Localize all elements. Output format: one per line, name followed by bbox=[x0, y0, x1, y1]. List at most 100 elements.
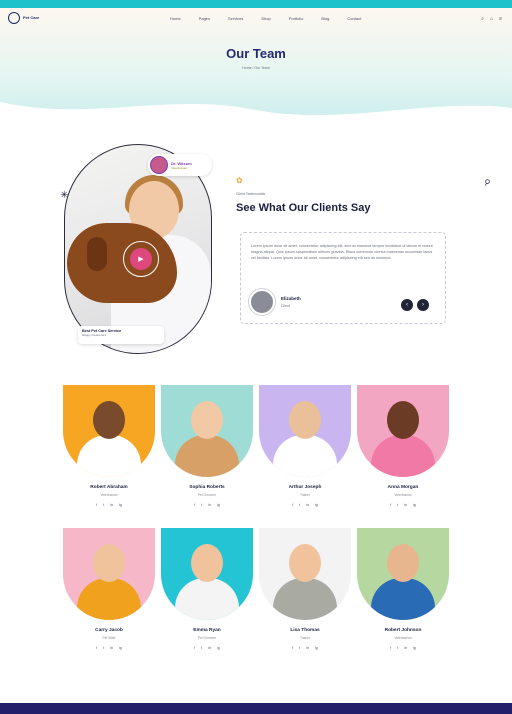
facebook-icon[interactable]: f bbox=[292, 503, 293, 507]
instagram-icon[interactable]: ig bbox=[119, 646, 122, 650]
doctor-role: Veterinarian bbox=[171, 165, 188, 170]
person-body bbox=[273, 435, 337, 477]
breadcrumb: Home / Our Team bbox=[242, 66, 270, 70]
menu-icon[interactable]: ≡ bbox=[499, 16, 502, 22]
team-member-card[interactable]: Anna Morgan Veterinarian f t in ig bbox=[357, 385, 449, 507]
page-title: Our Team bbox=[226, 46, 286, 61]
linkedin-icon[interactable]: in bbox=[404, 646, 407, 650]
facebook-icon[interactable]: f bbox=[292, 646, 293, 650]
team-member-name[interactable]: Arthur Joseph bbox=[259, 485, 351, 490]
cart-icon[interactable]: ⌂ bbox=[490, 16, 493, 22]
team-member-name[interactable]: Sophia Roberts bbox=[161, 485, 253, 490]
linkedin-icon[interactable]: in bbox=[306, 503, 309, 507]
linkedin-icon[interactable]: in bbox=[110, 503, 113, 507]
author-name: Elizabeth bbox=[281, 296, 301, 301]
facebook-icon[interactable]: f bbox=[96, 503, 97, 507]
instagram-icon[interactable]: ig bbox=[315, 503, 318, 507]
social-links: f t in ig bbox=[357, 503, 449, 507]
logo-text: Pet Care bbox=[23, 14, 40, 20]
team-member-name[interactable]: Lisa Thomas bbox=[259, 628, 351, 633]
hero-photo-block: ✳ ▶ Dr. Wilsom Veterinarian Best Pet Car… bbox=[60, 140, 214, 354]
team-member-role: Veterinarian bbox=[394, 636, 412, 640]
twitter-icon[interactable]: t bbox=[397, 646, 398, 650]
prev-testimonial-button[interactable]: ‹ bbox=[401, 299, 413, 311]
nav-item-shop[interactable]: Shop bbox=[261, 16, 270, 21]
instagram-icon[interactable]: ig bbox=[217, 503, 220, 507]
author-role: Client bbox=[281, 304, 290, 308]
team-member-photo bbox=[63, 528, 155, 620]
author-avatar bbox=[249, 289, 275, 315]
team-member-photo bbox=[259, 528, 351, 620]
search-icon[interactable]: ⌕ bbox=[481, 16, 484, 22]
team-member-card[interactable]: Emma Ryan Pet Groomer f t in ig bbox=[161, 528, 253, 650]
team-member-card[interactable]: Arthur Joseph Trainer f t in ig bbox=[259, 385, 351, 507]
instagram-icon[interactable]: ig bbox=[217, 646, 220, 650]
twitter-icon[interactable]: t bbox=[299, 503, 300, 507]
twitter-icon[interactable]: t bbox=[201, 646, 202, 650]
nav-item-services[interactable]: Services bbox=[228, 16, 243, 21]
header-wave bbox=[0, 102, 512, 132]
nav-item-home[interactable]: Home bbox=[170, 16, 181, 21]
facebook-icon[interactable]: f bbox=[390, 646, 391, 650]
person-head bbox=[289, 544, 321, 582]
person-body bbox=[77, 435, 141, 477]
doctor-name: Dr. Wilsom bbox=[171, 160, 192, 166]
team-member-photo bbox=[259, 385, 351, 477]
team-member-name[interactable]: Carry Jacob bbox=[63, 628, 155, 633]
team-member-role: Pet Sitter bbox=[102, 636, 116, 640]
main-nav: Pet Care Home Pages Services Shop Portfo… bbox=[0, 8, 512, 30]
team-member-card[interactable]: Robert Abraham Veterinarian f t in ig bbox=[63, 385, 155, 507]
social-links: f t in ig bbox=[357, 646, 449, 650]
twitter-icon[interactable]: t bbox=[397, 503, 398, 507]
team-member-card[interactable]: Sophia Roberts Pet Groomer f t in ig bbox=[161, 385, 253, 507]
team-member-name[interactable]: Robert Abraham bbox=[63, 485, 155, 490]
linkedin-icon[interactable]: in bbox=[110, 646, 113, 650]
play-video-button[interactable]: ▶ bbox=[123, 241, 159, 277]
site-logo[interactable]: Pet Care bbox=[8, 12, 39, 24]
nav-item-pages[interactable]: Pages bbox=[199, 16, 210, 21]
twitter-icon[interactable]: t bbox=[201, 503, 202, 507]
nav-item-portfolio[interactable]: Portfolio bbox=[289, 16, 304, 21]
team-member-name[interactable]: Emma Ryan bbox=[161, 628, 253, 633]
team-member-photo bbox=[357, 385, 449, 477]
testimonial-card: Lorem ipsum dolor sit amet, consectetur … bbox=[240, 232, 446, 324]
team-member-role: Veterinarian bbox=[394, 493, 412, 497]
person-head bbox=[289, 401, 321, 439]
social-links: f t in ig bbox=[161, 503, 253, 507]
team-member-card[interactable]: Robert Johnson Veterinarian f t in ig bbox=[357, 528, 449, 650]
person-body bbox=[77, 578, 141, 620]
instagram-icon[interactable]: ig bbox=[119, 503, 122, 507]
doctor-card: Dr. Wilsom Veterinarian bbox=[148, 154, 212, 176]
instagram-icon[interactable]: ig bbox=[413, 646, 416, 650]
person-head bbox=[387, 401, 419, 439]
instagram-icon[interactable]: ig bbox=[315, 646, 318, 650]
social-links: f t in ig bbox=[259, 503, 351, 507]
instagram-icon[interactable]: ig bbox=[413, 503, 416, 507]
team-member-role: Pet Groomer bbox=[197, 493, 217, 497]
team-member-card[interactable]: Carry Jacob Pet Sitter f t in ig bbox=[63, 528, 155, 650]
person-body bbox=[371, 578, 435, 620]
nav-item-contact[interactable]: Contact bbox=[347, 16, 361, 21]
team-member-name[interactable]: Anna Morgan bbox=[357, 485, 449, 490]
section-title: See What Our Clients Say bbox=[236, 202, 371, 214]
facebook-icon[interactable]: f bbox=[194, 503, 195, 507]
person-head bbox=[93, 401, 125, 439]
facebook-icon[interactable]: f bbox=[390, 503, 391, 507]
person-body bbox=[371, 435, 435, 477]
team-member-card[interactable]: Lisa Thomas Trainer f t in ig bbox=[259, 528, 351, 650]
social-links: f t in ig bbox=[161, 646, 253, 650]
twitter-icon[interactable]: t bbox=[103, 503, 104, 507]
team-member-name[interactable]: Robert Johnson bbox=[357, 628, 449, 633]
nav-item-blog[interactable]: Blog bbox=[321, 16, 329, 21]
nav-menu: Home Pages Services Shop Portfolio Blog … bbox=[170, 16, 361, 21]
linkedin-icon[interactable]: in bbox=[306, 646, 309, 650]
team-member-role: Pet Groomer bbox=[197, 636, 217, 640]
next-testimonial-button[interactable]: › bbox=[417, 299, 429, 311]
facebook-icon[interactable]: f bbox=[96, 646, 97, 650]
twitter-icon[interactable]: t bbox=[103, 646, 104, 650]
linkedin-icon[interactable]: in bbox=[208, 646, 211, 650]
twitter-icon[interactable]: t bbox=[299, 646, 300, 650]
facebook-icon[interactable]: f bbox=[194, 646, 195, 650]
linkedin-icon[interactable]: in bbox=[208, 503, 211, 507]
linkedin-icon[interactable]: in bbox=[404, 503, 407, 507]
